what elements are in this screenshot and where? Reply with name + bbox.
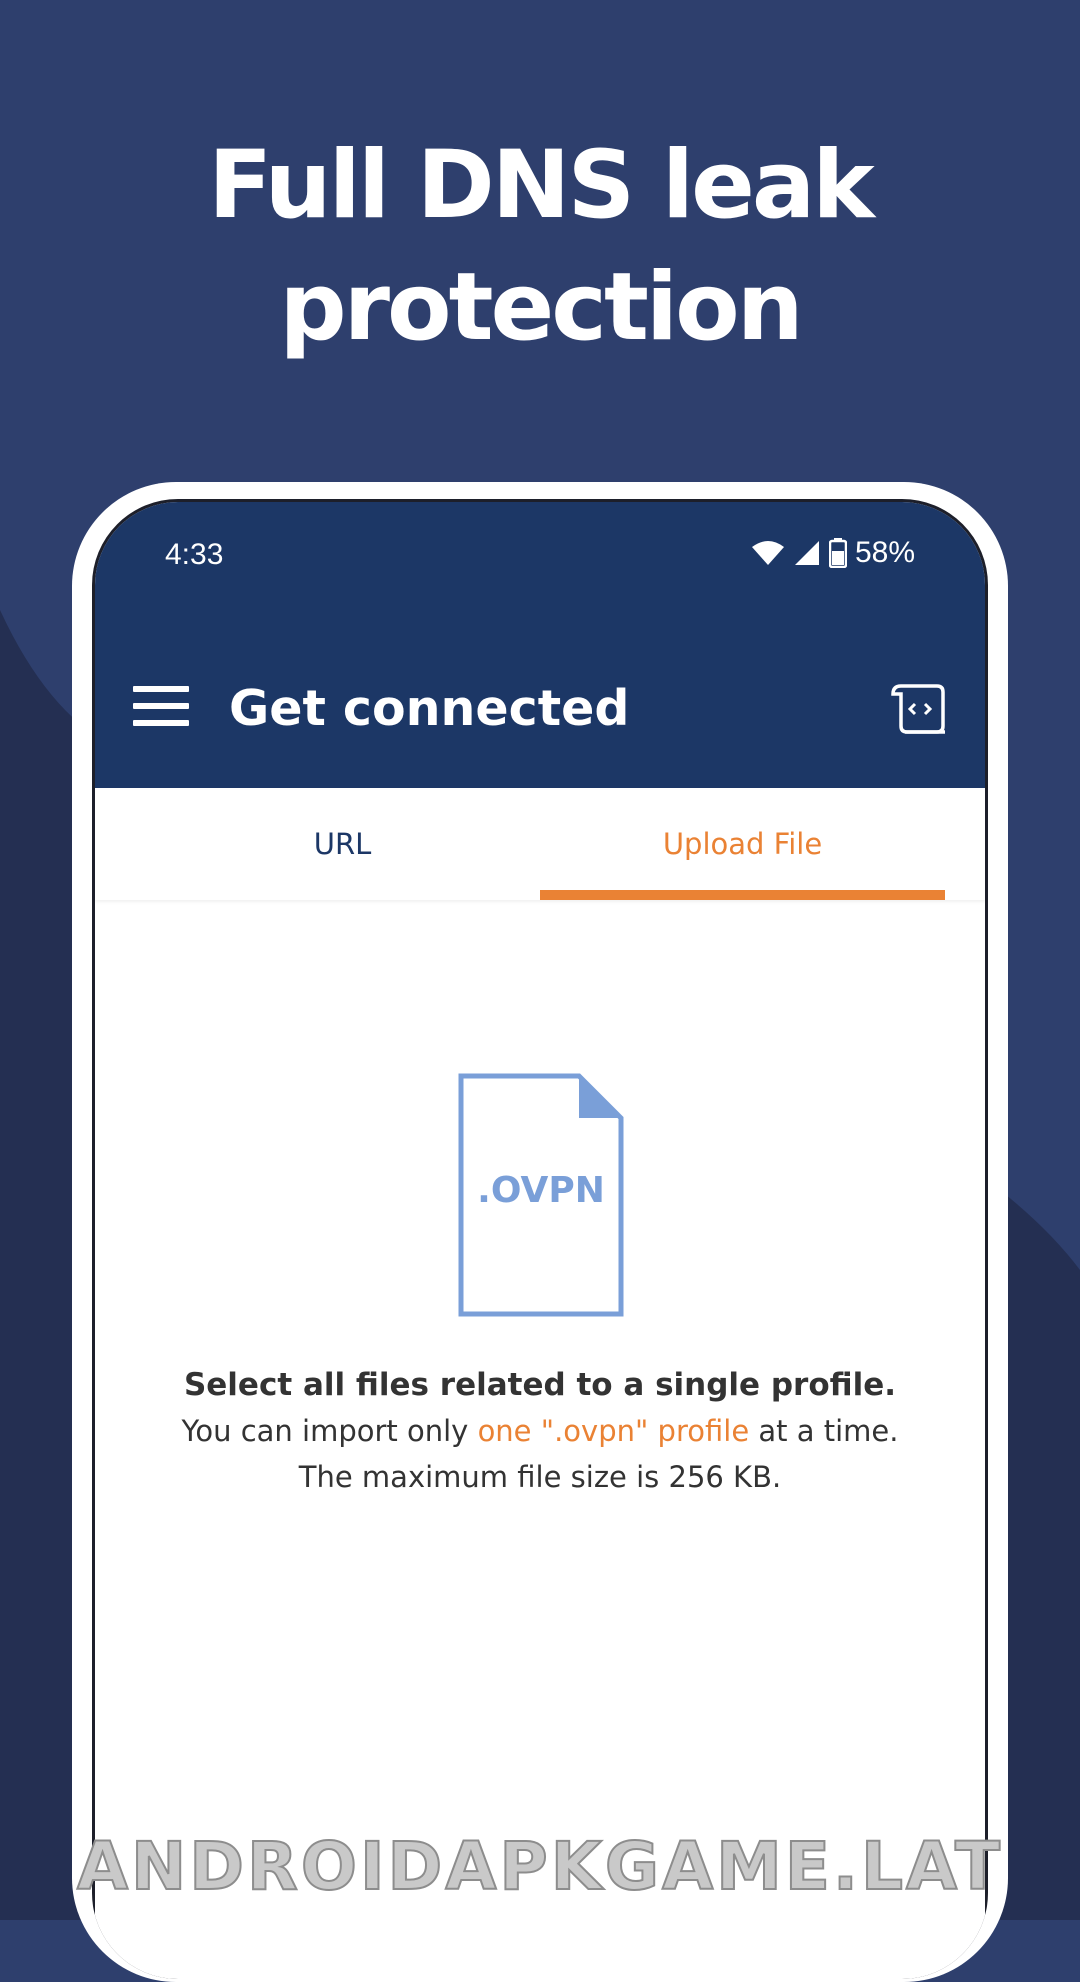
file-icon-label: .OVPN [477, 1170, 605, 1211]
cell-signal-icon [794, 541, 819, 565]
watermark: ANDROIDAPKGAME.LAT [76, 1827, 1004, 1906]
tab-upload-file[interactable]: Upload File [540, 788, 945, 900]
instructions-line-2: You can import only one ".ovpn" profile … [95, 1408, 985, 1454]
status-icons: 58% [751, 536, 915, 570]
tab-bar: URL Upload File [95, 788, 985, 900]
phone-screen: 4:33 58% Get connected URL Upload File .… [92, 499, 988, 1979]
wifi-icon [751, 541, 784, 565]
headline: Full DNS leak protection [0, 125, 1080, 369]
app-screen: 4:33 58% Get connected URL Upload File .… [95, 502, 985, 1979]
battery-icon [828, 538, 847, 568]
page-title: Get connected [229, 680, 630, 737]
tab-url[interactable]: URL [95, 788, 590, 900]
instructions-line-2-prefix: You can import only [181, 1414, 478, 1448]
logs-scroll-icon[interactable] [891, 682, 947, 736]
status-time: 4:33 [165, 538, 224, 571]
app-bar: 4:33 58% Get connected [95, 502, 985, 788]
tab-selected-indicator [540, 890, 945, 900]
headline-line-1: Full DNS leak [208, 131, 875, 240]
instructions-line-3: The maximum file size is 256 KB. [298, 1460, 782, 1494]
instructions-title: Select all files related to a single pro… [183, 1367, 897, 1403]
headline-line-2: protection [279, 253, 803, 362]
profile-link[interactable]: one ".ovpn" profile [478, 1414, 750, 1448]
hamburger-menu-icon[interactable] [133, 686, 189, 726]
instructions-line-2-suffix: at a time. [749, 1414, 899, 1448]
battery-percent: 58% [854, 536, 915, 569]
upload-instructions: Select all files related to a single pro… [95, 1362, 985, 1500]
